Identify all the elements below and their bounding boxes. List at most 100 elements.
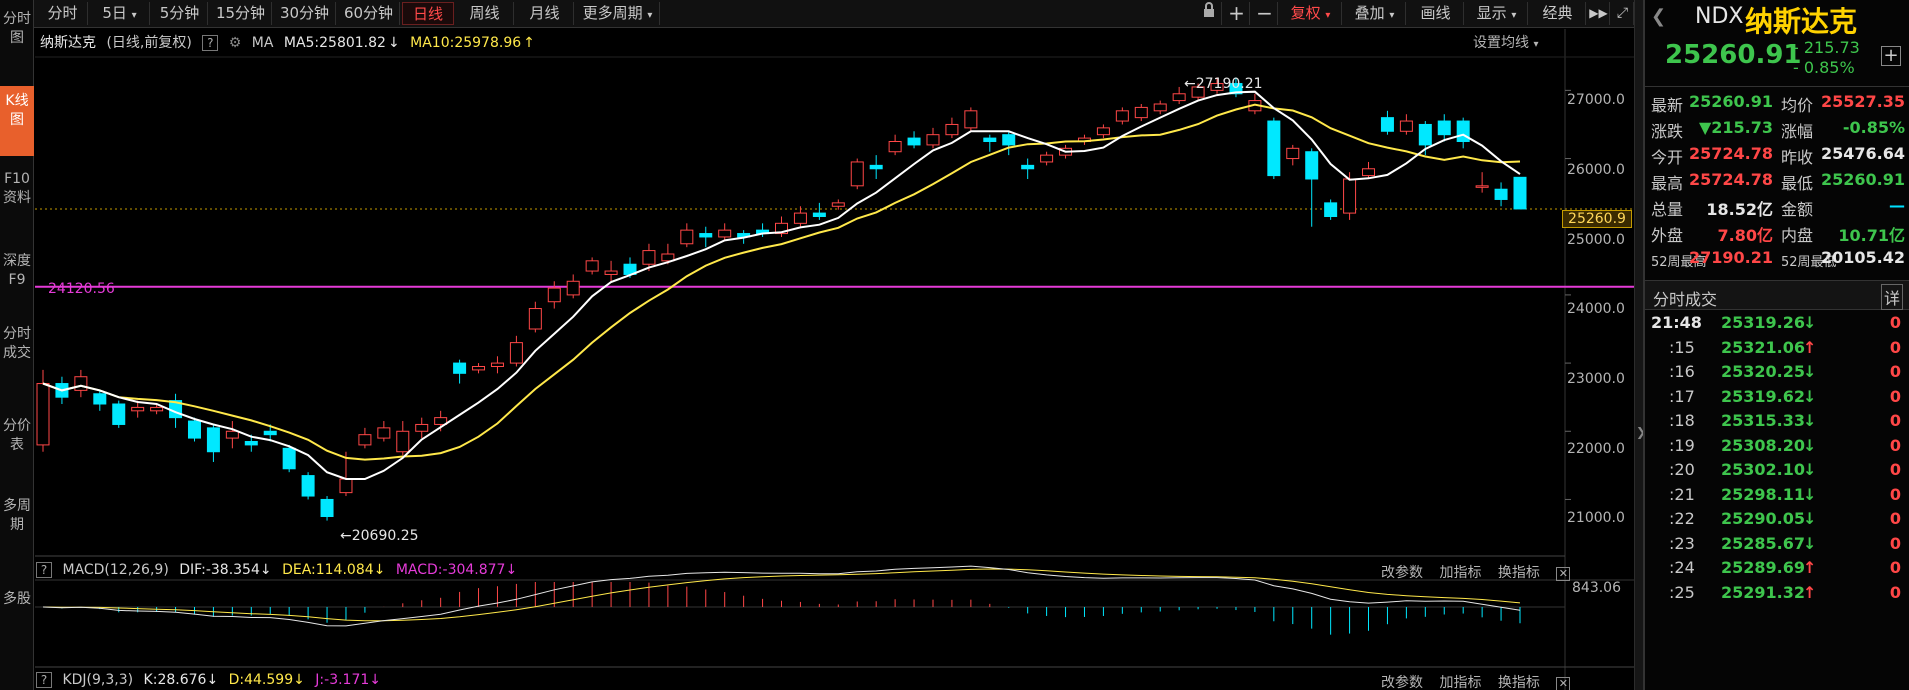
candle-body [1134, 106, 1148, 119]
trade-price: 25302.10 [1721, 460, 1806, 479]
tab-multi-period[interactable]: 多周期 [0, 497, 34, 559]
set-ma-button[interactable]: 设置均线 ▾ [1473, 32, 1538, 52]
close-icon[interactable]: ✕ [1556, 567, 1571, 581]
lock-icon[interactable] [1196, 2, 1222, 25]
fast-forward-icon[interactable]: ▶▶ [1588, 2, 1610, 25]
chevron-down-icon: ▾ [1533, 39, 1539, 50]
ma5-value: MA5:25801.82 [283, 35, 386, 51]
tab-intraday-label: 分时图 [3, 11, 31, 46]
more-periods[interactable]: 更多周期 ▾ [576, 2, 660, 25]
trade-volume: 0 [1889, 362, 1901, 381]
trade-row: :18 25315.33 ↓ 0 [1645, 411, 1909, 435]
tab-intraday[interactable]: 分时图 [0, 8, 34, 68]
candle-body [339, 478, 353, 494]
low-value: 20690.25 [351, 528, 419, 544]
tab-f10[interactable]: F10资料 [0, 170, 34, 236]
candle-body [396, 430, 410, 453]
candle-body [547, 287, 561, 303]
edit-params-button[interactable]: 改参数 [1381, 675, 1423, 690]
period-weekly[interactable]: 周线 [456, 2, 514, 25]
adjust-button[interactable]: 复权 ▾ [1280, 2, 1342, 25]
stat-label: 最低 [1781, 174, 1814, 193]
stat-value: 27190.21 [1688, 248, 1773, 267]
display-button[interactable]: 显示 ▾ [1466, 2, 1528, 25]
kline-chart[interactable] [35, 29, 1635, 690]
minus-icon[interactable]: − [1252, 2, 1278, 25]
stat-label: 最新 [1651, 96, 1684, 115]
trade-volume: 0 [1889, 435, 1901, 455]
add-indicator-button[interactable]: 加指标 [1439, 675, 1481, 690]
period-intraday[interactable]: 分时 [38, 2, 88, 25]
period-monthly[interactable]: 月线 [516, 2, 574, 25]
adjust-label: 复权 [1290, 4, 1321, 22]
help-icon[interactable]: ? [36, 672, 52, 688]
current-price: 25260.91 [1665, 40, 1802, 70]
period-5day[interactable]: 5日 ▾ [90, 2, 150, 25]
trade-price: 25290.05 [1721, 509, 1806, 528]
up-arrow-icon: ↑ [1803, 558, 1817, 577]
period-30min[interactable]: 30分钟 [274, 2, 336, 25]
trade-time: :20 [1669, 460, 1695, 479]
chevron-left-icon[interactable]: ❮ [1651, 6, 1666, 27]
classic-button[interactable]: 经典 [1530, 2, 1586, 25]
switch-indicator-button[interactable]: 换指标 [1498, 565, 1540, 581]
candle-body [680, 229, 694, 245]
chevron-down-icon: ▾ [1511, 10, 1517, 21]
period-5min[interactable]: 5分钟 [152, 2, 208, 25]
plus-icon[interactable]: + [1224, 2, 1250, 25]
stat-row: 今开 25724.78 昨收 25476.64 [1645, 144, 1909, 168]
stat-row: 外盘 7.80亿 内盘 10.71亿 [1645, 222, 1909, 246]
trade-price: 25308.20 [1721, 435, 1806, 455]
panel-splitter[interactable]: ❯ [1634, 0, 1646, 690]
up-arrow-icon: ↑ [1803, 337, 1817, 357]
trade-volume: 0 [1889, 313, 1901, 332]
overlay-button[interactable]: 叠加 ▾ [1344, 2, 1406, 25]
period-30min-label: 30分钟 [279, 4, 330, 22]
chart-mode: (日线,前复权) [106, 35, 192, 51]
fullscreen-icon[interactable]: ⤢ [1612, 2, 1634, 25]
close-icon[interactable]: ✕ [1556, 677, 1571, 690]
trade-row: :21 25298.11 ↓ 0 [1645, 485, 1909, 509]
candle-body [1115, 110, 1129, 122]
add-indicator-button[interactable]: 加指标 [1439, 565, 1481, 581]
stat-value: — [1889, 196, 1905, 215]
chevron-down-icon: ▾ [1325, 10, 1331, 21]
price-change: - 215.73 [1793, 38, 1860, 57]
tab-price-table[interactable]: 分价表 [0, 417, 34, 479]
down-arrow-icon: ↓ [1803, 313, 1817, 332]
gear-icon[interactable]: ⚙ [229, 35, 242, 51]
y-tick: 22000.0 [1567, 441, 1625, 457]
tab-kline[interactable]: K线图 [0, 86, 34, 156]
trade-row: :24 25289.69 ↑ 0 [1645, 558, 1909, 582]
trade-time: 21:48 [1651, 313, 1702, 332]
tab-trades[interactable]: 分时成交 [0, 325, 34, 407]
period-daily[interactable]: 日线 [402, 2, 454, 25]
period-60min[interactable]: 60分钟 [338, 2, 400, 25]
candle-body [1362, 168, 1376, 177]
add-watchlist-icon[interactable]: + [1881, 46, 1901, 66]
edit-params-button[interactable]: 改参数 [1381, 565, 1423, 581]
trades-header: 分时成交 详 [1645, 280, 1909, 310]
draw-button[interactable]: 画线 [1408, 2, 1464, 25]
stat-label: 均价 [1781, 96, 1814, 115]
switch-indicator-button[interactable]: 换指标 [1498, 675, 1540, 690]
trade-time: :21 [1669, 484, 1695, 504]
stat-value: 10.71亿 [1838, 226, 1905, 245]
kdj-title: KDJ(9,3,3) [62, 672, 134, 688]
chart-title-bar: 纳斯达克 (日线,前复权) ? ⚙ MA MA5:25801.82 ↓ MA10:… [40, 32, 541, 52]
details-button[interactable]: 详 [1880, 284, 1903, 310]
candle-body [642, 250, 656, 265]
tab-depth[interactable]: 深度F9 [0, 252, 34, 314]
trade-price: 25298.11 [1721, 484, 1806, 504]
help-icon[interactable]: ? [36, 562, 52, 578]
period-15min[interactable]: 15分钟 [210, 2, 272, 25]
down-arrow-icon: ↓ [1803, 411, 1817, 430]
macd-header: ? MACD(12,26,9) DIF:-38.354↓ DEA:114.084… [36, 562, 517, 582]
down-arrow-icon: ↓ [1803, 435, 1817, 455]
trade-row: :23 25285.67 ↓ 0 [1645, 534, 1909, 558]
tab-multi-stock[interactable]: 多股 [0, 590, 34, 634]
candle-body [850, 161, 864, 187]
trade-volume: 0 [1889, 460, 1901, 479]
help-icon[interactable]: ? [202, 35, 219, 51]
stat-value: 20105.42 [1820, 248, 1905, 267]
